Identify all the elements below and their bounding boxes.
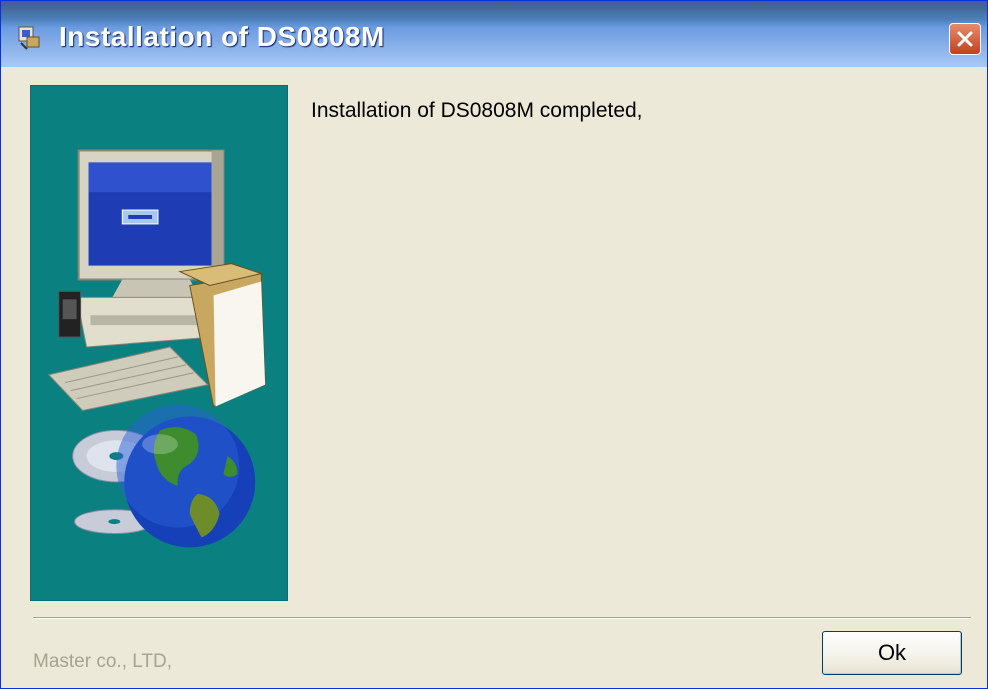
installer-dialog: Installation of DS0808M Installation of … [0, 0, 988, 689]
side-illustration [30, 85, 288, 601]
window-title: Installation of DS0808M [59, 21, 385, 52]
close-icon [957, 31, 973, 47]
computer-globe-illustration [47, 149, 266, 548]
ok-button[interactable]: Ok [822, 631, 962, 675]
dialog-body: Installation of DS0808M completed, Maste… [7, 67, 981, 688]
close-button[interactable] [949, 23, 981, 55]
installer-icon [15, 23, 43, 51]
title-bar[interactable]: Installation of DS0808M [1, 1, 987, 67]
company-label: Master co., LTD, [33, 651, 173, 672]
footer-divider [33, 617, 971, 619]
completion-message: Installation of DS0808M completed, [311, 99, 643, 122]
